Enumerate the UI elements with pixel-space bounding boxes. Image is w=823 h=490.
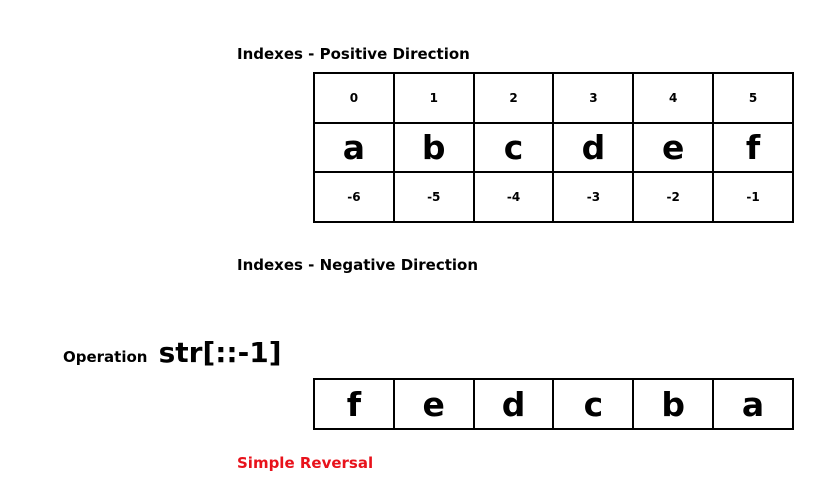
positive-index-cell: 3: [552, 72, 635, 124]
negative-index-cell: -2: [632, 171, 715, 223]
reversed-character-cell: b: [632, 378, 715, 430]
positive-index-cell: 4: [632, 72, 715, 124]
reversed-table: f e d c b a: [313, 378, 794, 430]
simple-reversal-label: Simple Reversal: [237, 454, 374, 472]
character-cell: d: [552, 122, 635, 173]
reversed-character-cell: c: [552, 378, 635, 430]
positive-index-cell: 2: [472, 72, 555, 124]
operation-label: Operation: [63, 348, 148, 366]
negative-index-row: -6 -5 -4 -3 -2 -1: [313, 171, 794, 223]
character-cell: e: [632, 122, 715, 173]
positive-index-cell: 5: [712, 72, 794, 124]
positive-index-cell: 1: [392, 72, 475, 124]
reversed-character-cell: f: [313, 378, 395, 430]
index-table: 0 1 2 3 4 5 a b c d e f -6 -5 -4 -3 -2 -…: [313, 72, 794, 223]
negative-direction-title: Indexes - Negative Direction: [237, 256, 479, 274]
character-cell: b: [392, 122, 475, 173]
positive-index-row: 0 1 2 3 4 5: [313, 72, 794, 124]
reversed-character-cell: e: [392, 378, 475, 430]
negative-index-cell: -4: [472, 171, 555, 223]
positive-index-cell: 0: [313, 72, 395, 124]
negative-index-cell: -3: [552, 171, 635, 223]
negative-index-cell: -6: [313, 171, 395, 223]
character-cell: c: [472, 122, 555, 173]
reversed-character-cell: d: [472, 378, 555, 430]
negative-index-cell: -5: [392, 171, 475, 223]
character-cell: f: [712, 122, 794, 173]
operation-code: str[::-1]: [158, 336, 282, 369]
reversed-character-row: f e d c b a: [313, 378, 794, 430]
character-row: a b c d e f: [313, 122, 794, 173]
character-cell: a: [313, 122, 395, 173]
negative-index-cell: -1: [712, 171, 794, 223]
operation-expression: Operation str[::-1]: [63, 336, 282, 369]
reversed-character-cell: a: [712, 378, 794, 430]
positive-direction-title: Indexes - Positive Direction: [237, 45, 470, 63]
